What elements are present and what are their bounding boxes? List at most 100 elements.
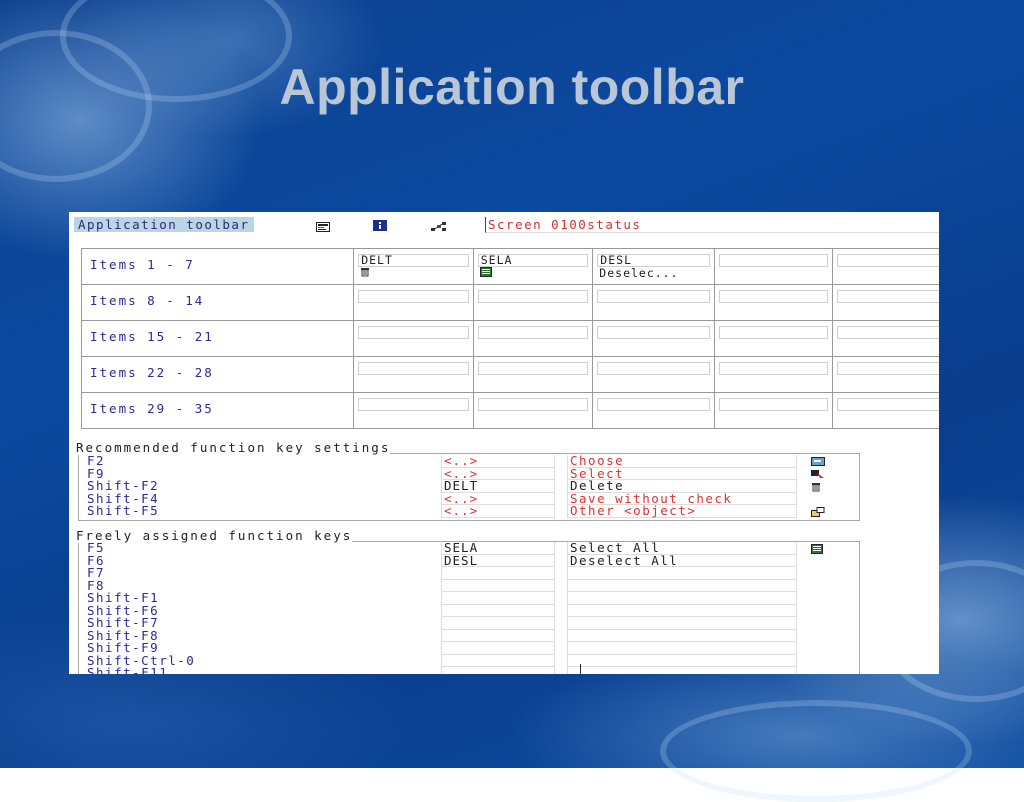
function-text-input[interactable] bbox=[567, 567, 797, 580]
function-text-input[interactable] bbox=[567, 592, 797, 605]
function-key-row[interactable]: Shift-F11 bbox=[87, 666, 847, 674]
function-code-input[interactable] bbox=[837, 326, 939, 339]
function-code-input[interactable] bbox=[837, 362, 939, 375]
function-code-input[interactable] bbox=[358, 362, 469, 375]
function-key-row[interactable]: F7 bbox=[87, 566, 847, 580]
function-code-input[interactable] bbox=[719, 326, 829, 339]
function-text-input[interactable] bbox=[567, 604, 797, 617]
function-code-input[interactable] bbox=[441, 604, 555, 617]
function-code-cell[interactable] bbox=[472, 392, 594, 429]
function-text-input[interactable]: Deselect All bbox=[567, 554, 797, 567]
function-code-cell[interactable] bbox=[832, 320, 939, 357]
function-text-input[interactable] bbox=[567, 629, 797, 642]
select-all-icon bbox=[478, 267, 589, 281]
items-row: Items 1 - 7 DELT SELA DESL Deselec... bbox=[80, 248, 939, 285]
function-code-cell[interactable]: DELT bbox=[353, 248, 474, 285]
function-code-input[interactable] bbox=[358, 398, 469, 411]
function-key-row[interactable]: F8 bbox=[87, 579, 847, 592]
free-keys-title: Freely assigned function keys bbox=[76, 528, 353, 543]
items-grid: Items 1 - 7 DELT SELA DESL Deselec... It… bbox=[80, 248, 939, 429]
function-code-input[interactable] bbox=[441, 592, 555, 605]
function-code-input[interactable]: <..> bbox=[441, 504, 555, 518]
items-row-label: Items 29 - 35 bbox=[80, 392, 355, 429]
function-code-cell[interactable] bbox=[714, 356, 834, 393]
function-code-input[interactable] bbox=[719, 398, 829, 411]
items-row: Items 8 - 14 bbox=[80, 284, 939, 321]
function-code-cell[interactable] bbox=[472, 284, 594, 321]
function-code-cell[interactable] bbox=[472, 320, 594, 357]
function-code-input[interactable] bbox=[597, 290, 711, 303]
items-row-label: Items 22 - 28 bbox=[80, 356, 355, 393]
toolbar-title[interactable]: Application toolbar bbox=[74, 217, 254, 232]
function-code-input[interactable] bbox=[719, 362, 829, 375]
decorative-swirl bbox=[660, 700, 972, 802]
function-code-cell[interactable] bbox=[353, 320, 474, 357]
function-code-input[interactable] bbox=[719, 254, 829, 267]
function-code-input[interactable] bbox=[358, 290, 469, 303]
function-text: Deselec... bbox=[599, 266, 679, 280]
function-key-row[interactable]: F6 DESL Deselect All bbox=[87, 554, 847, 567]
function-code-input[interactable] bbox=[477, 326, 589, 339]
function-code-cell[interactable] bbox=[832, 356, 939, 393]
function-key-row[interactable]: Shift-F1 bbox=[87, 591, 847, 605]
function-code-cell[interactable] bbox=[353, 392, 474, 429]
function-code-cell[interactable] bbox=[592, 356, 716, 393]
function-text-input[interactable]: Other <object> bbox=[567, 504, 797, 518]
function-code-input[interactable] bbox=[358, 326, 469, 339]
function-key-row[interactable]: Shift-F6 bbox=[87, 604, 847, 617]
function-code-cell[interactable]: SELA bbox=[472, 248, 594, 285]
screen-icon[interactable] bbox=[316, 220, 330, 235]
function-code-input[interactable] bbox=[837, 290, 939, 303]
function-code-input[interactable] bbox=[477, 290, 589, 303]
function-code-input[interactable]: DESL bbox=[441, 554, 555, 567]
function-code-cell[interactable] bbox=[832, 248, 939, 285]
function-code-input[interactable] bbox=[441, 567, 555, 580]
function-code-input[interactable]: DELT bbox=[358, 254, 469, 267]
function-code-cell[interactable] bbox=[592, 284, 716, 321]
function-text-input[interactable] bbox=[567, 579, 797, 592]
function-code-cell[interactable] bbox=[714, 320, 834, 357]
function-code-input[interactable] bbox=[719, 290, 829, 303]
function-code-input[interactable]: SELA bbox=[477, 254, 589, 267]
function-key-row[interactable]: Shift-F5 <..> Other <object> bbox=[87, 504, 847, 518]
function-code-cell[interactable] bbox=[832, 392, 939, 429]
items-row-label: Items 15 - 21 bbox=[80, 320, 355, 357]
function-key-row[interactable]: Shift-F9 bbox=[87, 641, 847, 655]
function-key-row[interactable]: Shift-F8 bbox=[87, 629, 847, 642]
function-code-cell[interactable] bbox=[592, 320, 716, 357]
function-code-cell[interactable] bbox=[353, 284, 474, 321]
screen-status-field[interactable]: Screen 0100status bbox=[485, 217, 939, 233]
info-icon[interactable] bbox=[373, 219, 387, 234]
function-code-input[interactable] bbox=[441, 617, 555, 630]
function-code-input[interactable] bbox=[597, 362, 711, 375]
function-code-input[interactable] bbox=[441, 579, 555, 592]
function-code-input[interactable] bbox=[597, 326, 711, 339]
function-code-cell[interactable] bbox=[832, 284, 939, 321]
function-code-cell[interactable]: DESL Deselec... bbox=[592, 248, 716, 285]
function-text-input[interactable] bbox=[567, 667, 797, 674]
function-code-cell[interactable] bbox=[714, 248, 834, 285]
function-code-input[interactable] bbox=[837, 254, 939, 267]
function-key-row[interactable]: Shift-F7 bbox=[87, 616, 847, 630]
function-code-input[interactable] bbox=[441, 629, 555, 642]
items-row-label: Items 8 - 14 bbox=[80, 284, 355, 321]
function-code-cell[interactable] bbox=[714, 284, 834, 321]
function-code-cell[interactable] bbox=[353, 356, 474, 393]
function-code-input[interactable] bbox=[441, 654, 555, 667]
function-code-cell[interactable] bbox=[472, 356, 594, 393]
function-key-row[interactable]: Shift-Ctrl-0 bbox=[87, 654, 847, 667]
function-text-input[interactable] bbox=[567, 654, 797, 667]
function-code-cell[interactable] bbox=[592, 392, 716, 429]
function-code-input[interactable] bbox=[477, 362, 589, 375]
items-row: Items 22 - 28 bbox=[80, 356, 939, 393]
hierarchy-icon[interactable] bbox=[431, 220, 447, 235]
function-code-input[interactable] bbox=[441, 642, 555, 655]
function-code-input[interactable] bbox=[837, 398, 939, 411]
function-text-input[interactable] bbox=[567, 617, 797, 630]
function-text-input[interactable] bbox=[567, 642, 797, 655]
recommended-keys-title: Recommended function key settings bbox=[76, 440, 391, 455]
function-code-cell[interactable] bbox=[714, 392, 834, 429]
function-code-input[interactable] bbox=[441, 667, 555, 674]
function-code-input[interactable] bbox=[477, 398, 589, 411]
function-code-input[interactable] bbox=[597, 398, 711, 411]
